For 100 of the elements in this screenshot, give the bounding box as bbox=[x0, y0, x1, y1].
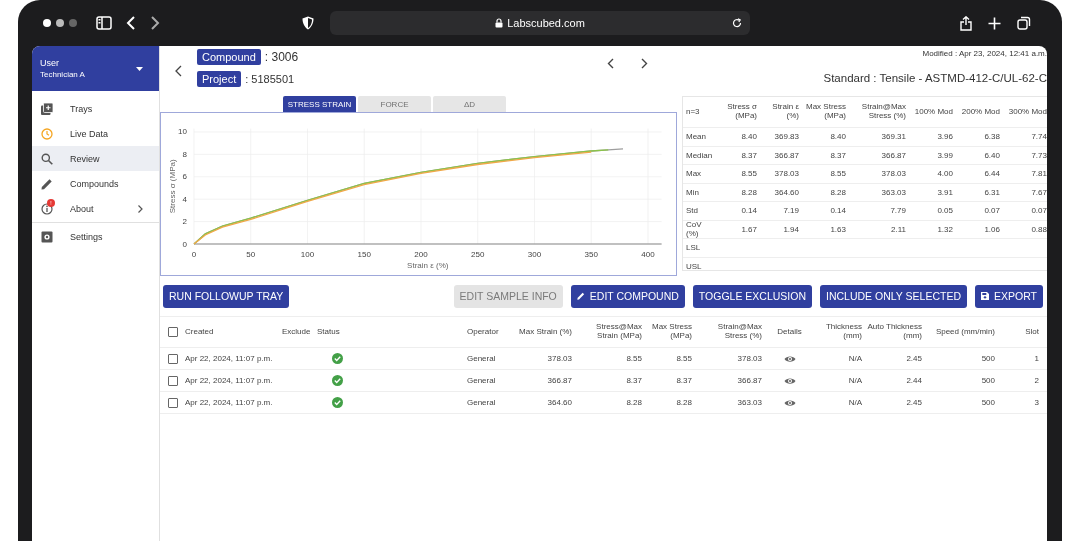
column-header: Stress σ (MPa) bbox=[726, 103, 758, 121]
table-cell-text: 7.73 bbox=[1030, 150, 1047, 160]
column-header: Slot bbox=[1025, 327, 1039, 337]
row-label: USL bbox=[685, 261, 703, 270]
table-cell-text: 0.88 bbox=[1030, 224, 1047, 234]
y-tick-label: 6 bbox=[182, 172, 187, 182]
x-tick-label: 50 bbox=[246, 250, 256, 259]
row-label: Min bbox=[685, 187, 700, 197]
compound-value: : 3006 bbox=[264, 50, 299, 64]
table-cell-text: 0.14 bbox=[829, 206, 847, 216]
table-cell-text: 366.87 bbox=[880, 150, 907, 160]
y-tick-label: 8 bbox=[182, 149, 187, 159]
table-cell-text: 8.40 bbox=[829, 132, 847, 142]
user-name: User bbox=[40, 58, 60, 68]
table-cell-text: 364.60 bbox=[773, 187, 800, 197]
table-cell-text: 1.94 bbox=[782, 224, 800, 234]
row-label: Max bbox=[685, 169, 703, 179]
x-tick-label: 200 bbox=[414, 250, 428, 259]
table-cell-text: 6.40 bbox=[983, 150, 1001, 160]
user-role: Technician A bbox=[40, 70, 85, 79]
table-cell-text: 7.19 bbox=[782, 206, 800, 216]
table-cell: 2.45 bbox=[906, 354, 922, 363]
x-tick-label: 400 bbox=[641, 250, 655, 259]
table-cell: N/A bbox=[848, 376, 862, 385]
table-cell: 500 bbox=[981, 376, 995, 385]
table-cell-text: 1.63 bbox=[829, 224, 847, 234]
column-header: Strain@Max Stress (%) bbox=[860, 103, 907, 121]
table-cell: General bbox=[467, 376, 496, 385]
column-header: Details bbox=[777, 327, 802, 337]
table-cell-text: 8.40 bbox=[740, 132, 758, 142]
table-cell-text: 7.81 bbox=[1030, 169, 1047, 179]
table-cell: 8.28 bbox=[626, 398, 642, 407]
table-cell-text: 366.87 bbox=[773, 150, 800, 160]
table-cell: 500 bbox=[981, 354, 995, 363]
y-tick-label: 4 bbox=[182, 194, 187, 204]
table-cell: General bbox=[467, 398, 496, 407]
table-cell: Apr 22, 2024, 11:07 p.m. bbox=[185, 398, 273, 407]
column-header: Max Stress (MPa) bbox=[651, 323, 692, 341]
table-cell-text: 3.99 bbox=[936, 150, 954, 160]
url-text: Labscubed.com bbox=[507, 17, 585, 29]
table-cell-text: 7.74 bbox=[1030, 132, 1047, 142]
table-cell-text: 4.00 bbox=[936, 169, 954, 179]
table-cell: General bbox=[467, 354, 496, 363]
table-cell-text: 0.07 bbox=[983, 206, 1001, 216]
column-header: Created bbox=[185, 327, 214, 337]
column-header: Exclude bbox=[282, 327, 311, 337]
compound-label: Compound bbox=[197, 49, 261, 65]
table-cell-text: 7.79 bbox=[889, 206, 907, 216]
table-cell-text: 1.32 bbox=[936, 224, 954, 234]
y-axis-label: Stress σ (MPa) bbox=[168, 159, 177, 214]
table-cell: Apr 22, 2024, 11:07 p.m. bbox=[185, 354, 273, 363]
row-label: Std bbox=[685, 206, 699, 216]
table-cell-text: 378.03 bbox=[773, 169, 800, 179]
column-header: 300% Mod bbox=[1007, 107, 1047, 117]
column-header: 100% Mod bbox=[913, 107, 954, 117]
table-cell-text: 8.37 bbox=[829, 150, 847, 160]
table-cell: 2.44 bbox=[906, 376, 922, 385]
row-label: LSL bbox=[685, 243, 702, 253]
table-cell-text: 8.55 bbox=[740, 169, 758, 179]
table-cell-text: 369.83 bbox=[773, 132, 800, 142]
x-tick-label: 100 bbox=[300, 250, 315, 259]
column-header: n=3 bbox=[685, 107, 701, 117]
column-header: Status bbox=[317, 327, 340, 337]
table-cell-text: 6.31 bbox=[983, 187, 1001, 197]
table-cell-text: 6.38 bbox=[983, 132, 1001, 142]
row-label: Median bbox=[685, 150, 714, 160]
table-cell-text: 1.67 bbox=[740, 224, 758, 234]
table-cell-text: 363.03 bbox=[880, 187, 907, 197]
x-tick-label: 0 bbox=[191, 250, 197, 259]
x-tick-label: 150 bbox=[357, 250, 371, 259]
column-header: 200% Mod bbox=[960, 107, 1001, 117]
table-cell: 3 bbox=[1034, 398, 1039, 407]
table-cell-text: 378.03 bbox=[880, 169, 907, 179]
table-cell-text: 1.06 bbox=[983, 224, 1001, 234]
table-cell-text: 7.67 bbox=[1030, 187, 1047, 197]
y-tick-label: 0 bbox=[182, 239, 187, 249]
y-tick-label: 10 bbox=[178, 127, 187, 137]
column-header: Max Strain (%) bbox=[519, 327, 572, 337]
table-cell-text: 8.37 bbox=[740, 150, 758, 160]
table-cell-text: 8.28 bbox=[740, 187, 758, 197]
table-cell-text: 0.07 bbox=[1030, 206, 1047, 216]
column-header: Speed (mm/min) bbox=[935, 327, 995, 337]
column-header: Strain@Max Stress (%) bbox=[716, 323, 762, 341]
table-cell: 2.45 bbox=[906, 398, 922, 407]
table-cell: N/A bbox=[848, 398, 862, 407]
column-header: Operator bbox=[467, 327, 499, 337]
project-label: Project bbox=[197, 71, 242, 87]
column-header: Stress@Max Strain (MPa) bbox=[595, 323, 642, 341]
table-cell: 500 bbox=[981, 398, 995, 407]
table-cell: 364.60 bbox=[547, 398, 572, 407]
row-label: Mean bbox=[685, 132, 707, 142]
project-value: : 5185501 bbox=[245, 73, 295, 85]
standard-title: Standard : Tensile - ASTMD-412-C/UL-62-C bbox=[823, 72, 1047, 84]
table-cell: 2 bbox=[1034, 376, 1039, 385]
table-cell: N/A bbox=[848, 354, 862, 363]
table-cell: 366.87 bbox=[547, 376, 572, 385]
table-cell: 1 bbox=[1034, 354, 1039, 363]
table-cell-text: 0.05 bbox=[936, 206, 954, 216]
column-header: Strain ε (%) bbox=[771, 103, 800, 121]
table-cell-text: 3.91 bbox=[936, 187, 954, 197]
